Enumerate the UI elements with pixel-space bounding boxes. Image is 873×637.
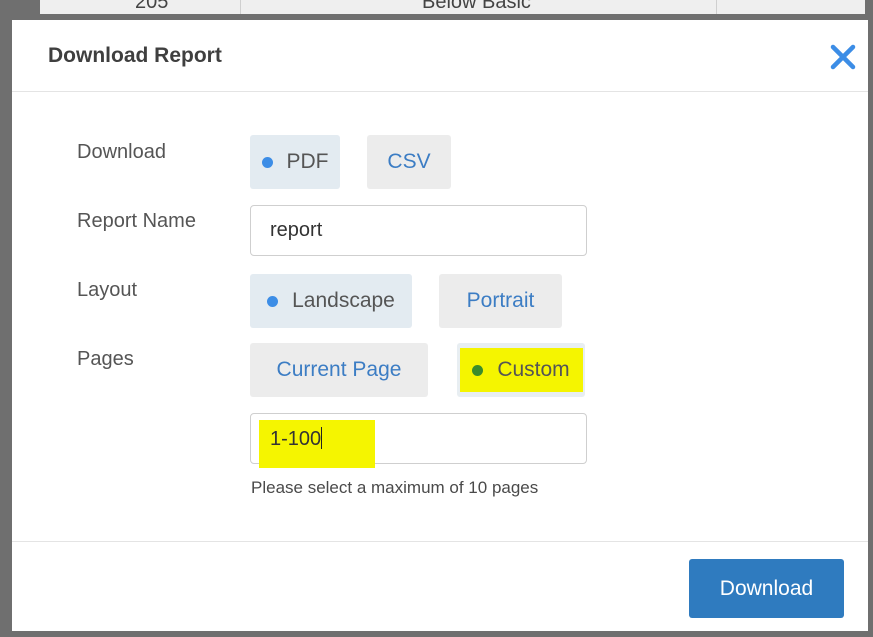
custom-pages-value: 1-100 [270, 428, 322, 450]
option-label: Landscape [292, 289, 395, 312]
download-button[interactable]: Download [689, 559, 844, 618]
pages-option-current-page[interactable]: Current Page [250, 343, 428, 397]
text-cursor [321, 427, 323, 449]
report-name-label: Report Name [77, 210, 196, 232]
table-divider [716, 0, 717, 14]
radio-selected-icon [261, 156, 273, 168]
radio-selected-icon [472, 364, 484, 376]
layout-option-portrait[interactable]: Portrait [439, 274, 562, 328]
table-cell-level: Below Basic [422, 0, 531, 13]
footer-divider [12, 541, 868, 542]
option-label: CSV [387, 150, 431, 173]
layout-label: Layout [77, 279, 138, 301]
table-cell-number: 205 [135, 0, 169, 13]
close-icon[interactable] [828, 42, 858, 72]
download-option-pdf[interactable]: PDF [250, 135, 340, 189]
custom-pages-value-wrap: 1-100 [270, 427, 323, 451]
pages-option-custom[interactable]: Custom [457, 343, 585, 397]
table-divider [240, 0, 241, 14]
report-name-input[interactable]: report [250, 205, 587, 256]
layout-option-landscape[interactable]: Landscape [250, 274, 412, 328]
report-name-value: report [270, 219, 323, 241]
radio-selected-icon [267, 295, 279, 307]
option-label: Current Page [276, 358, 402, 381]
option-label: Portrait [466, 289, 535, 312]
download-option-csv[interactable]: CSV [367, 135, 451, 189]
download-format-label: Download [77, 141, 166, 163]
background-table-row: 205 Below Basic [40, 0, 865, 14]
download-report-dialog: Download Report Download PDF CSV Report … [12, 20, 868, 631]
option-label: PDF [286, 150, 329, 173]
custom-pages-input[interactable]: 1-100 [250, 413, 587, 468]
pages-helper-text: Please select a maximum of 10 pages [251, 478, 539, 497]
option-label: Custom [497, 358, 570, 381]
dialog-title: Download Report [48, 44, 222, 67]
dialog-header: Download Report [12, 20, 868, 92]
pages-label: Pages [77, 348, 134, 370]
